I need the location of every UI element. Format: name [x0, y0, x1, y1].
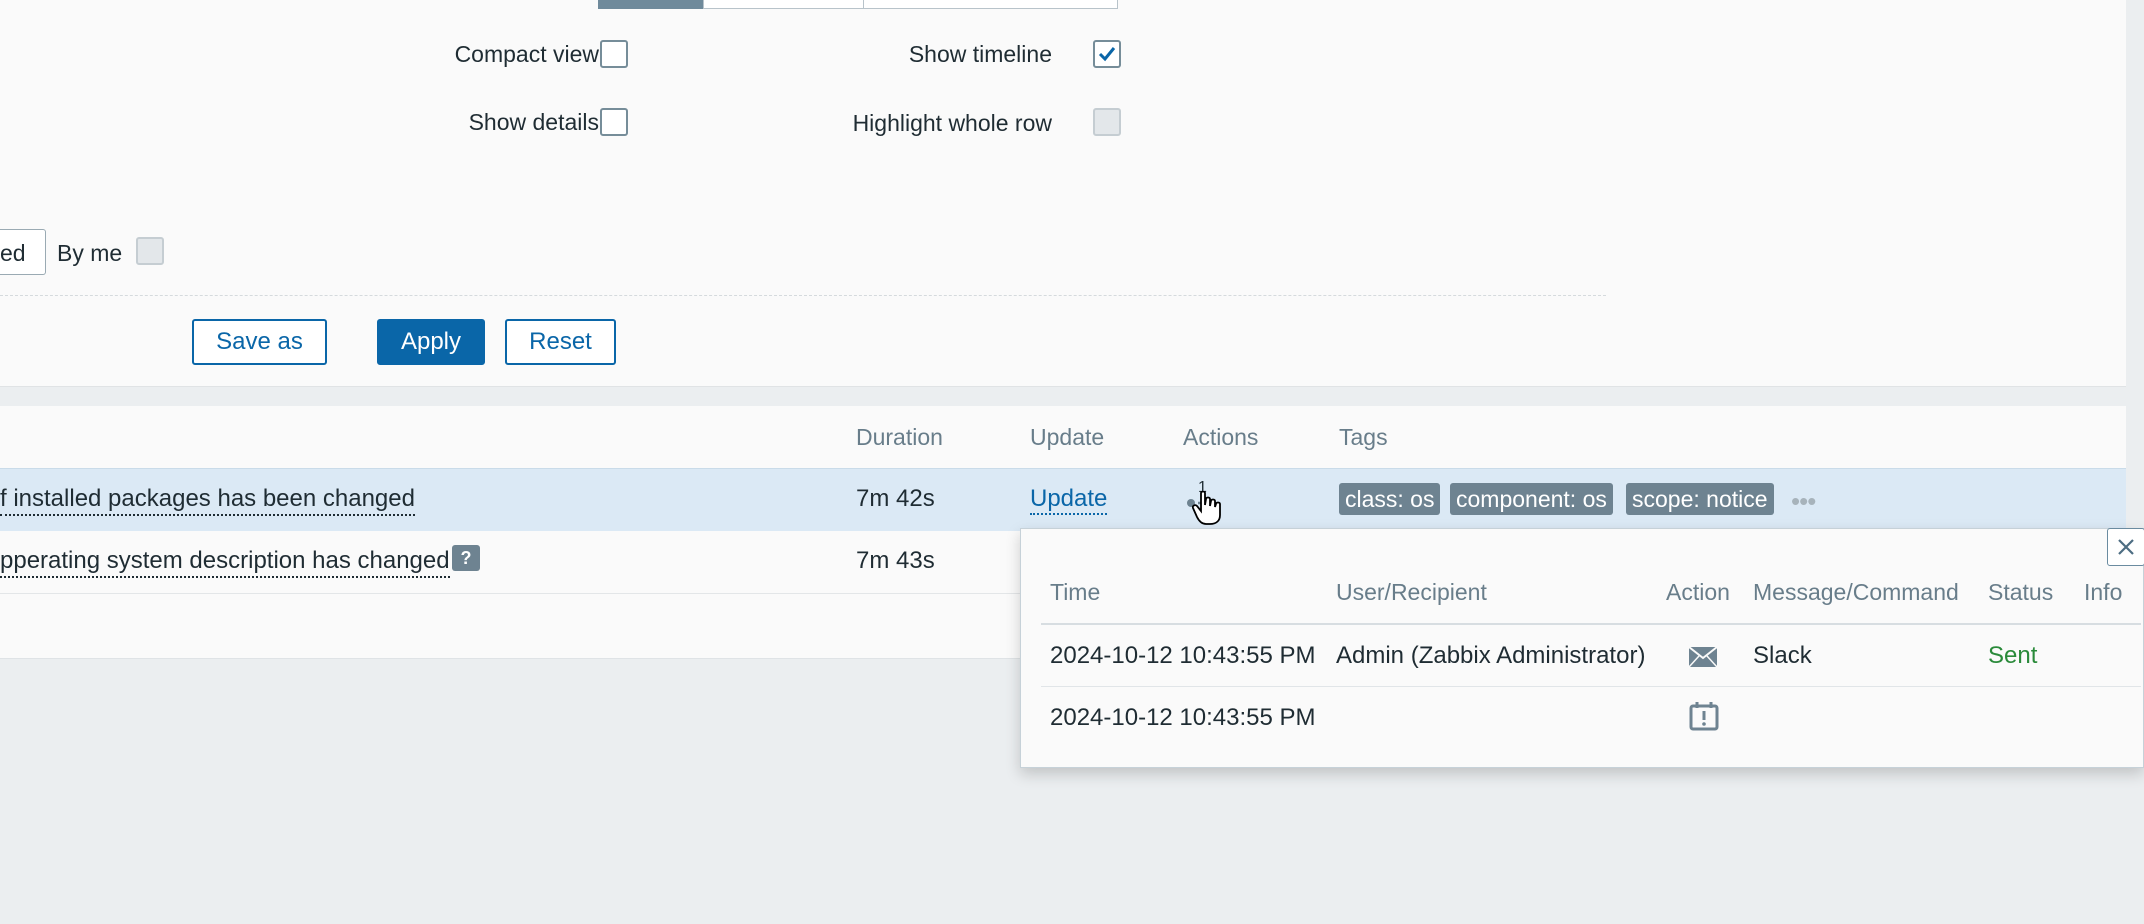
- popup-row: 2024-10-12 10:43:55 PM Admin (Zabbix Adm…: [1041, 625, 2141, 687]
- more-tags-icon[interactable]: •••: [1791, 486, 1816, 517]
- update-link[interactable]: Update: [1030, 485, 1108, 515]
- calendar-alert-icon: [1689, 702, 1719, 731]
- segment-tab[interactable]: [863, 0, 1118, 9]
- apply-button[interactable]: Apply: [377, 319, 485, 365]
- filter-panel: Compact view Show timeline Show details …: [0, 0, 2126, 387]
- highlight-whole-row-label: Highlight whole row: [852, 110, 1052, 136]
- compact-view-label: Compact view: [454, 41, 599, 67]
- column-header-duration[interactable]: Duration: [856, 424, 943, 451]
- column-header-update: Update: [1030, 424, 1105, 450]
- compact-view-checkbox[interactable]: [600, 40, 628, 68]
- select-value: ed: [0, 240, 26, 266]
- close-icon: [2118, 539, 2134, 555]
- divider: [0, 295, 1606, 296]
- column-header-actions: Actions: [1183, 424, 1259, 450]
- reset-button[interactable]: Reset: [505, 319, 616, 365]
- table-row[interactable]: f installed packages has been changed 7m…: [0, 468, 2126, 532]
- popup-time: 2024-10-12 10:43:55 PM: [1050, 704, 1316, 731]
- save-as-button[interactable]: Save as: [192, 319, 327, 365]
- popup-message: Slack: [1753, 642, 1812, 669]
- duration-value: 7m 43s: [856, 547, 935, 574]
- popup-header-message: Message/Command: [1753, 579, 1959, 605]
- help-icon[interactable]: ?: [452, 545, 480, 571]
- actions-popup: Time User/Recipient Action Message/Comma…: [1020, 528, 2144, 768]
- popup-row: 2024-10-12 10:43:55 PM: [1041, 687, 2141, 748]
- problem-name-link[interactable]: pperating system description has changed: [0, 547, 450, 578]
- popup-time: 2024-10-12 10:43:55 PM: [1050, 642, 1316, 669]
- segment-tab-active[interactable]: [598, 0, 704, 9]
- popup-status: Sent: [1988, 642, 2038, 669]
- by-me-label: By me: [57, 240, 123, 266]
- popup-header-status: Status: [1988, 579, 2054, 605]
- popup-header-info: Info: [2084, 579, 2123, 605]
- select-field[interactable]: ed: [0, 229, 46, 275]
- duration-value: 7m 42s: [856, 485, 935, 512]
- show-timeline-checkbox[interactable]: [1093, 40, 1121, 68]
- hand-cursor-icon: [1192, 491, 1221, 525]
- popup-header-time: Time: [1050, 579, 1101, 605]
- column-header-tags: Tags: [1339, 424, 1388, 450]
- checkmark-icon: [1098, 47, 1116, 62]
- actions-indicator[interactable]: 1: [1184, 479, 1224, 525]
- close-button[interactable]: [2107, 528, 2144, 566]
- show-details-label: Show details: [468, 109, 599, 135]
- tag-badge[interactable]: class: os: [1339, 483, 1441, 515]
- popup-user: Admin (Zabbix Administrator): [1336, 642, 1646, 669]
- show-details-checkbox[interactable]: [600, 108, 628, 136]
- problem-name-link[interactable]: f installed packages has been changed: [0, 485, 415, 516]
- tag-badge[interactable]: scope: notice: [1626, 483, 1774, 515]
- segment-tab[interactable]: [703, 0, 864, 9]
- by-me-checkbox[interactable]: [136, 237, 164, 265]
- tag-badge[interactable]: component: os: [1450, 483, 1613, 515]
- show-timeline-label: Show timeline: [908, 41, 1052, 67]
- envelope-icon: [1688, 646, 1718, 668]
- popup-header-user: User/Recipient: [1336, 579, 1487, 605]
- popup-header-action: Action: [1666, 579, 1730, 605]
- highlight-whole-row-checkbox[interactable]: [1093, 108, 1121, 136]
